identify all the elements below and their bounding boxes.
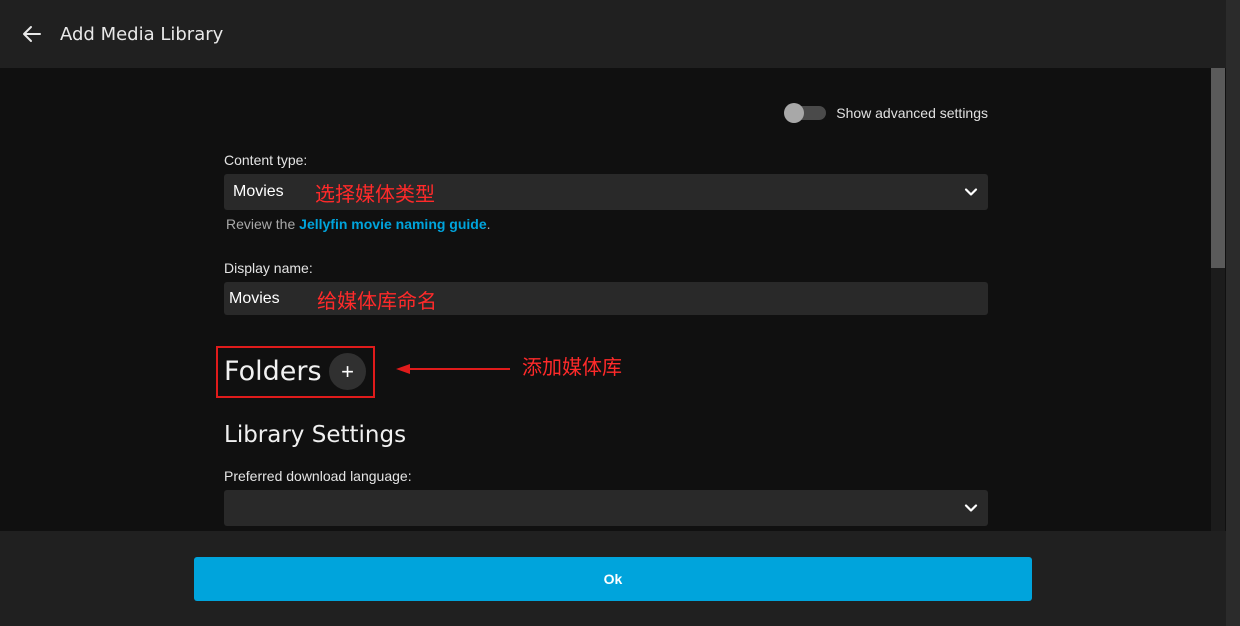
naming-guide-help: Review the Jellyfin movie naming guide.: [226, 216, 491, 232]
ok-button[interactable]: Ok: [194, 557, 1032, 601]
download-language-label: Preferred download language:: [224, 468, 412, 484]
folders-annotation: 添加媒体库: [522, 355, 622, 379]
scrollbar-track[interactable]: [1211, 268, 1225, 531]
help-prefix: Review the: [226, 216, 300, 232]
display-name-value: Movies: [229, 290, 280, 307]
display-name-annotation: 给媒体库命名: [317, 289, 437, 313]
annotation-arrow: [396, 364, 510, 374]
content-type-value: Movies: [233, 183, 284, 200]
app-window: Add Media Library Show advanced settings…: [0, 0, 1240, 626]
arrow-left-icon: [23, 26, 41, 42]
dialog-footer: Ok: [0, 531, 1226, 626]
scrollbar-thumb[interactable]: [1211, 68, 1225, 268]
chevron-down-icon: [964, 188, 978, 196]
content-type-annotation: 选择媒体类型: [315, 182, 435, 206]
content-type-select[interactable]: Movies 选择媒体类型: [224, 174, 988, 210]
library-form: Show advanced settings Content type: Mov…: [216, 68, 988, 531]
display-name-label: Display name:: [224, 260, 313, 276]
advanced-settings-label: Show advanced settings: [836, 105, 988, 121]
advanced-settings-toggle[interactable]: [784, 103, 827, 123]
add-folder-button[interactable]: +: [329, 353, 366, 390]
folders-heading: Folders: [224, 356, 322, 387]
advanced-settings-row: Show advanced settings: [784, 103, 988, 123]
page-title: Add Media Library: [60, 23, 224, 45]
window-edge: [1226, 0, 1240, 626]
top-bar: Add Media Library: [0, 0, 1226, 68]
naming-guide-link[interactable]: Jellyfin movie naming guide: [299, 216, 486, 232]
toggle-knob: [784, 103, 805, 123]
help-suffix: .: [486, 216, 491, 232]
plus-icon: +: [341, 358, 354, 384]
back-button[interactable]: [20, 22, 44, 46]
display-name-input[interactable]: Movies 给媒体库命名: [224, 282, 988, 315]
chevron-down-icon: [964, 504, 978, 512]
content-type-label: Content type:: [224, 152, 308, 168]
download-language-select[interactable]: [224, 490, 988, 526]
library-settings-heading: Library Settings: [224, 422, 407, 448]
